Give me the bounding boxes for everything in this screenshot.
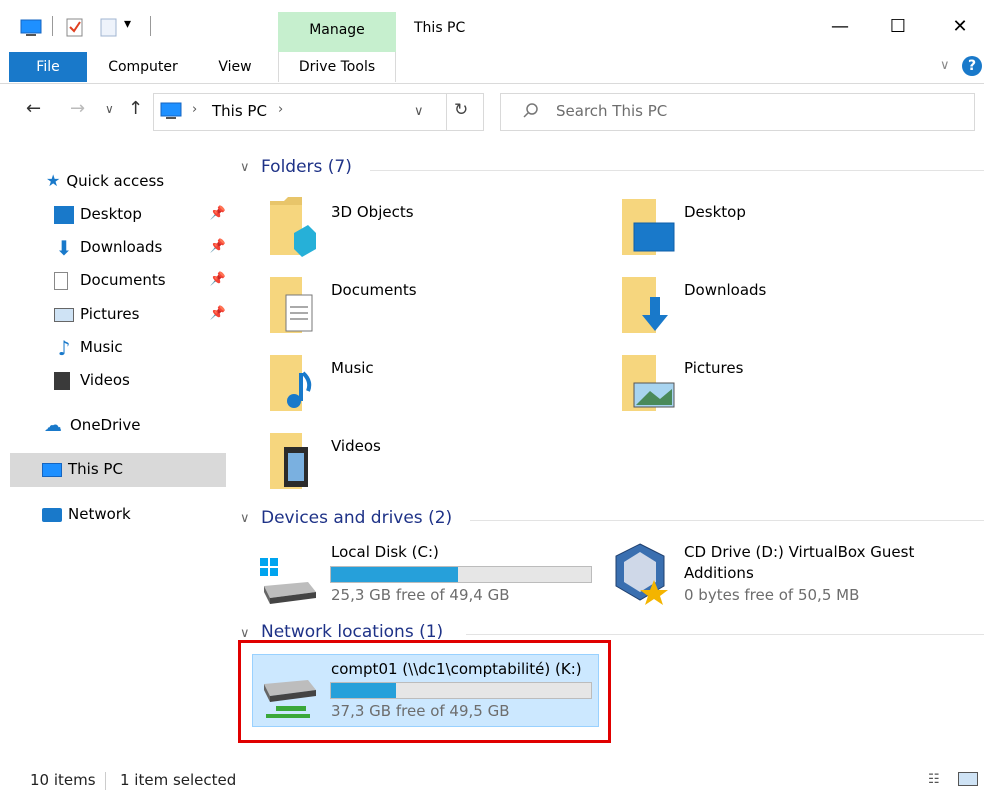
folder-label[interactable]: Pictures	[684, 359, 743, 377]
large-icons-view-icon[interactable]	[958, 772, 978, 786]
section-divider	[470, 520, 984, 521]
this-pc-icon	[160, 101, 184, 125]
section-header-devices[interactable]: Devices and drives (2)	[261, 508, 452, 528]
highlight-box	[238, 640, 611, 743]
pin-icon: 📌	[209, 306, 226, 321]
tab-view[interactable]: View	[206, 52, 264, 82]
folder-3d-objects-icon[interactable]	[268, 197, 318, 257]
folder-desktop-icon[interactable]	[620, 197, 676, 257]
folder-downloads-icon[interactable]	[620, 275, 676, 335]
videos-icon	[54, 371, 70, 390]
breadcrumb-this-pc[interactable]: This PC	[212, 102, 267, 120]
drive-usage-bar	[330, 566, 592, 583]
folder-pictures-icon[interactable]	[620, 353, 676, 413]
drive-free-space: 25,3 GB free of 49,4 GB	[331, 586, 510, 604]
minimize-button[interactable]: —	[825, 14, 855, 40]
tab-computer[interactable]: Computer	[100, 52, 186, 82]
folder-documents-icon[interactable]	[268, 275, 318, 335]
search-placeholder: Search This PC	[556, 102, 668, 120]
status-selection: 1 item selected	[120, 771, 237, 789]
nav-item-downloads[interactable]: ⬇ Downloads 📌	[54, 231, 226, 263]
hard-drive-icon[interactable]	[258, 556, 318, 606]
section-divider	[370, 170, 984, 171]
nav-item-pictures[interactable]: Pictures 📌	[54, 298, 226, 330]
breadcrumb-chevron-icon[interactable]: ›	[192, 102, 197, 117]
collapse-chevron-icon[interactable]: ∨	[240, 511, 250, 526]
cloud-icon: ☁	[44, 414, 62, 436]
maximize-button[interactable]: ☐	[883, 14, 913, 40]
qat-separator	[150, 16, 151, 36]
pictures-icon	[54, 307, 74, 322]
tab-file[interactable]: File	[9, 52, 87, 82]
desktop-icon	[54, 205, 74, 224]
pin-icon: 📌	[209, 239, 226, 254]
status-separator	[105, 772, 106, 790]
collapse-chevron-icon[interactable]: ∨	[240, 626, 250, 641]
star-icon: ★	[46, 171, 61, 190]
new-folder-icon[interactable]	[100, 18, 118, 42]
folder-label[interactable]: Music	[331, 359, 374, 377]
drive-name[interactable]: Local Disk (C:)	[331, 542, 601, 563]
nav-this-pc[interactable]: This PC	[10, 453, 226, 487]
address-divider	[446, 93, 447, 131]
folder-label[interactable]: Desktop	[684, 203, 746, 221]
address-dropdown-icon[interactable]: ∨	[414, 104, 424, 119]
address-bar[interactable]	[153, 93, 484, 131]
tab-drive-tools[interactable]: Drive Tools	[278, 52, 396, 82]
folder-label[interactable]: Videos	[331, 437, 381, 455]
expand-ribbon-icon[interactable]: ∨	[940, 58, 950, 73]
section-divider	[466, 634, 984, 635]
folder-label[interactable]: Downloads	[684, 281, 766, 299]
folder-label[interactable]: 3D Objects	[331, 203, 414, 221]
nav-network[interactable]: Network	[42, 498, 226, 530]
recent-locations-icon[interactable]: ∨	[105, 102, 114, 116]
properties-icon[interactable]	[66, 18, 84, 42]
folder-music-icon[interactable]	[268, 353, 318, 413]
folder-videos-icon[interactable]	[268, 431, 318, 491]
download-icon: ⬇	[55, 235, 73, 260]
forward-arrow-icon[interactable]: →	[70, 98, 85, 119]
nav-onedrive[interactable]: ☁ OneDrive	[44, 409, 226, 441]
refresh-icon[interactable]: ↻	[454, 100, 468, 120]
this-pc-icon	[42, 462, 62, 477]
nav-item-documents[interactable]: Documents 📌	[54, 264, 226, 296]
nav-item-desktop[interactable]: Desktop 📌	[54, 198, 226, 230]
computer-icon[interactable]	[20, 18, 44, 42]
window-title: This PC	[414, 20, 466, 36]
music-icon: ♪	[57, 335, 71, 360]
breadcrumb-chevron-icon[interactable]: ›	[278, 102, 283, 117]
nav-item-music[interactable]: ♪ Music	[54, 331, 226, 363]
qat-separator	[52, 16, 53, 36]
help-icon[interactable]: ?	[962, 56, 982, 76]
pin-icon: 📌	[209, 272, 226, 287]
close-button[interactable]: ✕	[945, 14, 975, 40]
drive-free-space: 0 bytes free of 50,5 MB	[684, 586, 860, 604]
folder-label[interactable]: Documents	[331, 281, 417, 299]
pin-icon: 📌	[209, 206, 226, 221]
collapse-chevron-icon[interactable]: ∨	[240, 160, 250, 175]
section-header-folders[interactable]: Folders (7)	[261, 157, 352, 177]
customize-qat-icon[interactable]: ▾	[124, 16, 131, 32]
virtualbox-cd-icon[interactable]	[612, 542, 668, 606]
nav-quick-access[interactable]: ★ Quick access	[46, 165, 226, 197]
status-item-count: 10 items	[30, 771, 96, 789]
back-arrow-icon[interactable]: ←	[26, 98, 41, 119]
manage-label: Manage	[309, 22, 365, 38]
section-header-network[interactable]: Network locations (1)	[261, 622, 443, 642]
network-icon	[42, 507, 62, 522]
search-icon	[522, 101, 540, 123]
drive-usage-fill	[331, 567, 459, 582]
nav-item-videos[interactable]: Videos	[54, 364, 226, 396]
details-view-icon[interactable]: ☷	[928, 772, 940, 787]
up-arrow-icon[interactable]: ↑	[128, 98, 143, 119]
documents-icon	[54, 271, 68, 290]
drive-name[interactable]: CD Drive (D:) VirtualBox Guest Additions	[684, 542, 934, 584]
